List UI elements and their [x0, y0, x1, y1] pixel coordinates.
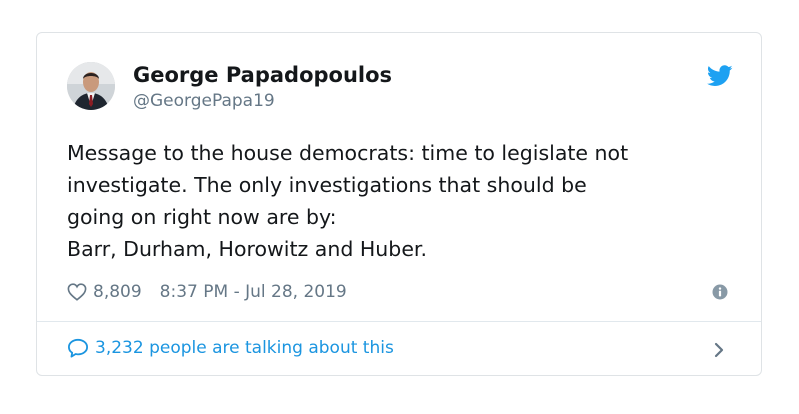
tweet-text-line: Message to the house democrats: time to … [67, 141, 629, 165]
avatar[interactable] [67, 62, 115, 110]
like-button[interactable]: 8,809 [67, 282, 142, 302]
tweet-text: Message to the house democrats: time to … [67, 137, 737, 265]
tweet-text-line: going on right now are by: [67, 205, 337, 229]
divider [37, 321, 761, 322]
author-handle[interactable]: @GeorgePapa19 [133, 91, 275, 111]
avatar-photo [67, 62, 115, 110]
tweet-meta: 8,809 8:37 PM - Jul 28, 2019 [67, 281, 347, 303]
conversation-count-text: 3,232 people are talking about this [95, 338, 394, 358]
tweet-text-line: investigate. The only investigations tha… [67, 173, 587, 197]
author-name[interactable]: George Papadopoulos [133, 63, 392, 87]
like-count: 8,809 [93, 282, 142, 302]
speech-bubble-icon [68, 338, 88, 358]
tweet-timestamp[interactable]: 8:37 PM - Jul 28, 2019 [160, 282, 347, 302]
tweet-card: George Papadopoulos @GeorgePapa19 Messag… [36, 32, 762, 376]
conversation-link[interactable]: 3,232 people are talking about this [67, 338, 394, 358]
heart-icon [67, 283, 87, 301]
chevron-right-icon[interactable] [713, 341, 725, 359]
info-icon[interactable] [712, 284, 728, 300]
twitter-bird-icon[interactable] [707, 65, 733, 87]
tweet-text-line: Barr, Durham, Horowitz and Huber. [67, 237, 427, 261]
